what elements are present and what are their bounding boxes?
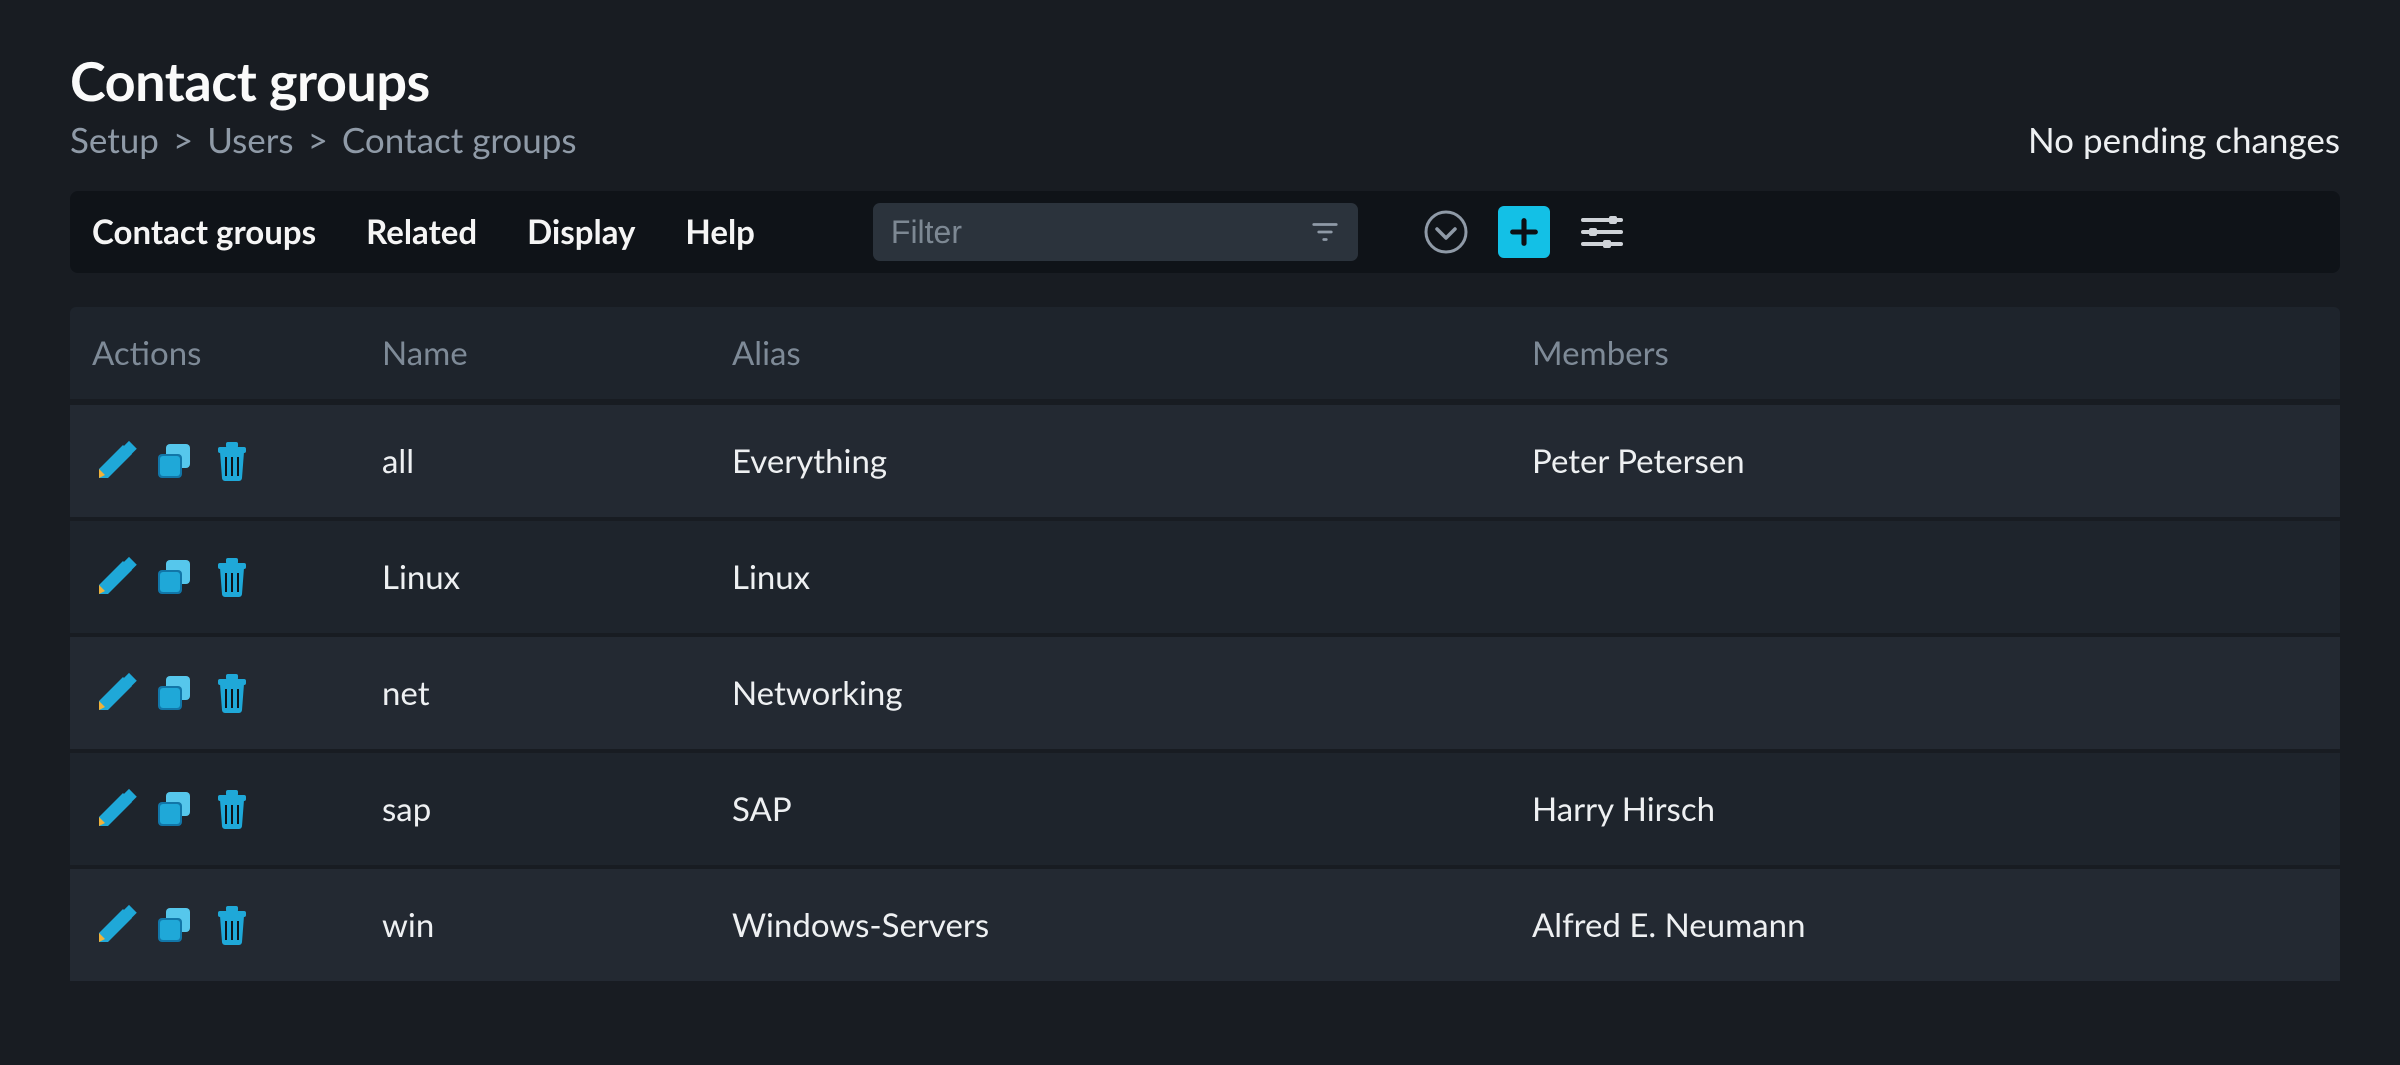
breadcrumb-contact-groups[interactable]: Contact groups bbox=[342, 119, 577, 161]
pending-changes-status[interactable]: No pending changes bbox=[2028, 119, 2340, 161]
pencil-icon bbox=[93, 786, 139, 832]
trash-icon bbox=[209, 438, 255, 484]
filter-input[interactable] bbox=[891, 214, 1271, 251]
actions-cell bbox=[92, 901, 382, 949]
cell-alias: Windows-Servers bbox=[732, 905, 1532, 945]
clone-icon bbox=[151, 438, 197, 484]
cell-members: Alfred E. Neumann bbox=[1532, 905, 2318, 945]
table-row: allEverythingPeter Petersen bbox=[70, 405, 2340, 517]
clone-button[interactable] bbox=[150, 437, 198, 485]
delete-button[interactable] bbox=[208, 901, 256, 949]
cell-members: Peter Petersen bbox=[1532, 441, 2318, 481]
clone-button[interactable] bbox=[150, 785, 198, 833]
actions-cell bbox=[92, 669, 382, 717]
cell-name: net bbox=[382, 673, 732, 713]
toolbar: Contact groups Related Display Help bbox=[70, 191, 2340, 273]
col-alias[interactable]: Alias bbox=[732, 333, 1532, 373]
table-header: Actions Name Alias Members bbox=[70, 307, 2340, 399]
delete-button[interactable] bbox=[208, 437, 256, 485]
breadcrumb-users[interactable]: Users bbox=[207, 119, 293, 161]
pencil-icon bbox=[93, 438, 139, 484]
cell-name: all bbox=[382, 441, 732, 481]
cell-name: sap bbox=[382, 789, 732, 829]
clone-icon bbox=[151, 786, 197, 832]
clone-button[interactable] bbox=[150, 901, 198, 949]
edit-button[interactable] bbox=[92, 553, 140, 601]
table-row: LinuxLinux bbox=[70, 521, 2340, 633]
pencil-icon bbox=[93, 902, 139, 948]
clone-button[interactable] bbox=[150, 553, 198, 601]
table-row: winWindows-ServersAlfred E. Neumann bbox=[70, 869, 2340, 981]
actions-cell bbox=[92, 437, 382, 485]
clone-button[interactable] bbox=[150, 669, 198, 717]
delete-button[interactable] bbox=[208, 669, 256, 717]
breadcrumb: Setup > Users > Contact groups bbox=[70, 119, 577, 161]
actions-cell bbox=[92, 553, 382, 601]
filter-box[interactable] bbox=[873, 203, 1358, 261]
breadcrumb-setup[interactable]: Setup bbox=[70, 119, 159, 161]
cell-alias: Linux bbox=[732, 557, 1532, 597]
page-title: Contact groups bbox=[70, 48, 2340, 113]
edit-button[interactable] bbox=[92, 785, 140, 833]
clone-icon bbox=[151, 670, 197, 716]
menu-help[interactable]: Help bbox=[685, 212, 754, 252]
col-name[interactable]: Name bbox=[382, 333, 732, 373]
table-row: sapSAPHarry Hirsch bbox=[70, 753, 2340, 865]
settings-sliders-button[interactable] bbox=[1576, 206, 1628, 258]
clone-icon bbox=[151, 554, 197, 600]
cell-name: win bbox=[382, 905, 732, 945]
chevron-right-icon: > bbox=[173, 119, 193, 161]
trash-icon bbox=[209, 554, 255, 600]
contact-groups-table: Actions Name Alias Members allEverything… bbox=[70, 307, 2340, 981]
filter-icon[interactable] bbox=[1310, 217, 1340, 247]
menu-display[interactable]: Display bbox=[527, 212, 635, 252]
actions-cell bbox=[92, 785, 382, 833]
menu-contact-groups[interactable]: Contact groups bbox=[92, 212, 316, 252]
pencil-icon bbox=[93, 554, 139, 600]
cell-members: Harry Hirsch bbox=[1532, 789, 2318, 829]
cell-alias: Networking bbox=[732, 673, 1532, 713]
clone-icon bbox=[151, 902, 197, 948]
add-button[interactable] bbox=[1498, 206, 1550, 258]
delete-button[interactable] bbox=[208, 785, 256, 833]
delete-button[interactable] bbox=[208, 553, 256, 601]
cell-name: Linux bbox=[382, 557, 732, 597]
col-actions: Actions bbox=[92, 333, 382, 373]
trash-icon bbox=[209, 786, 255, 832]
edit-button[interactable] bbox=[92, 901, 140, 949]
edit-button[interactable] bbox=[92, 437, 140, 485]
menu-related[interactable]: Related bbox=[366, 212, 477, 252]
edit-button[interactable] bbox=[92, 669, 140, 717]
col-members[interactable]: Members bbox=[1532, 333, 2318, 373]
pencil-icon bbox=[93, 670, 139, 716]
trash-icon bbox=[209, 902, 255, 948]
trash-icon bbox=[209, 670, 255, 716]
collapse-toggle-button[interactable] bbox=[1420, 206, 1472, 258]
table-row: netNetworking bbox=[70, 637, 2340, 749]
chevron-right-icon: > bbox=[308, 119, 328, 161]
cell-alias: Everything bbox=[732, 441, 1532, 481]
cell-alias: SAP bbox=[732, 789, 1532, 829]
